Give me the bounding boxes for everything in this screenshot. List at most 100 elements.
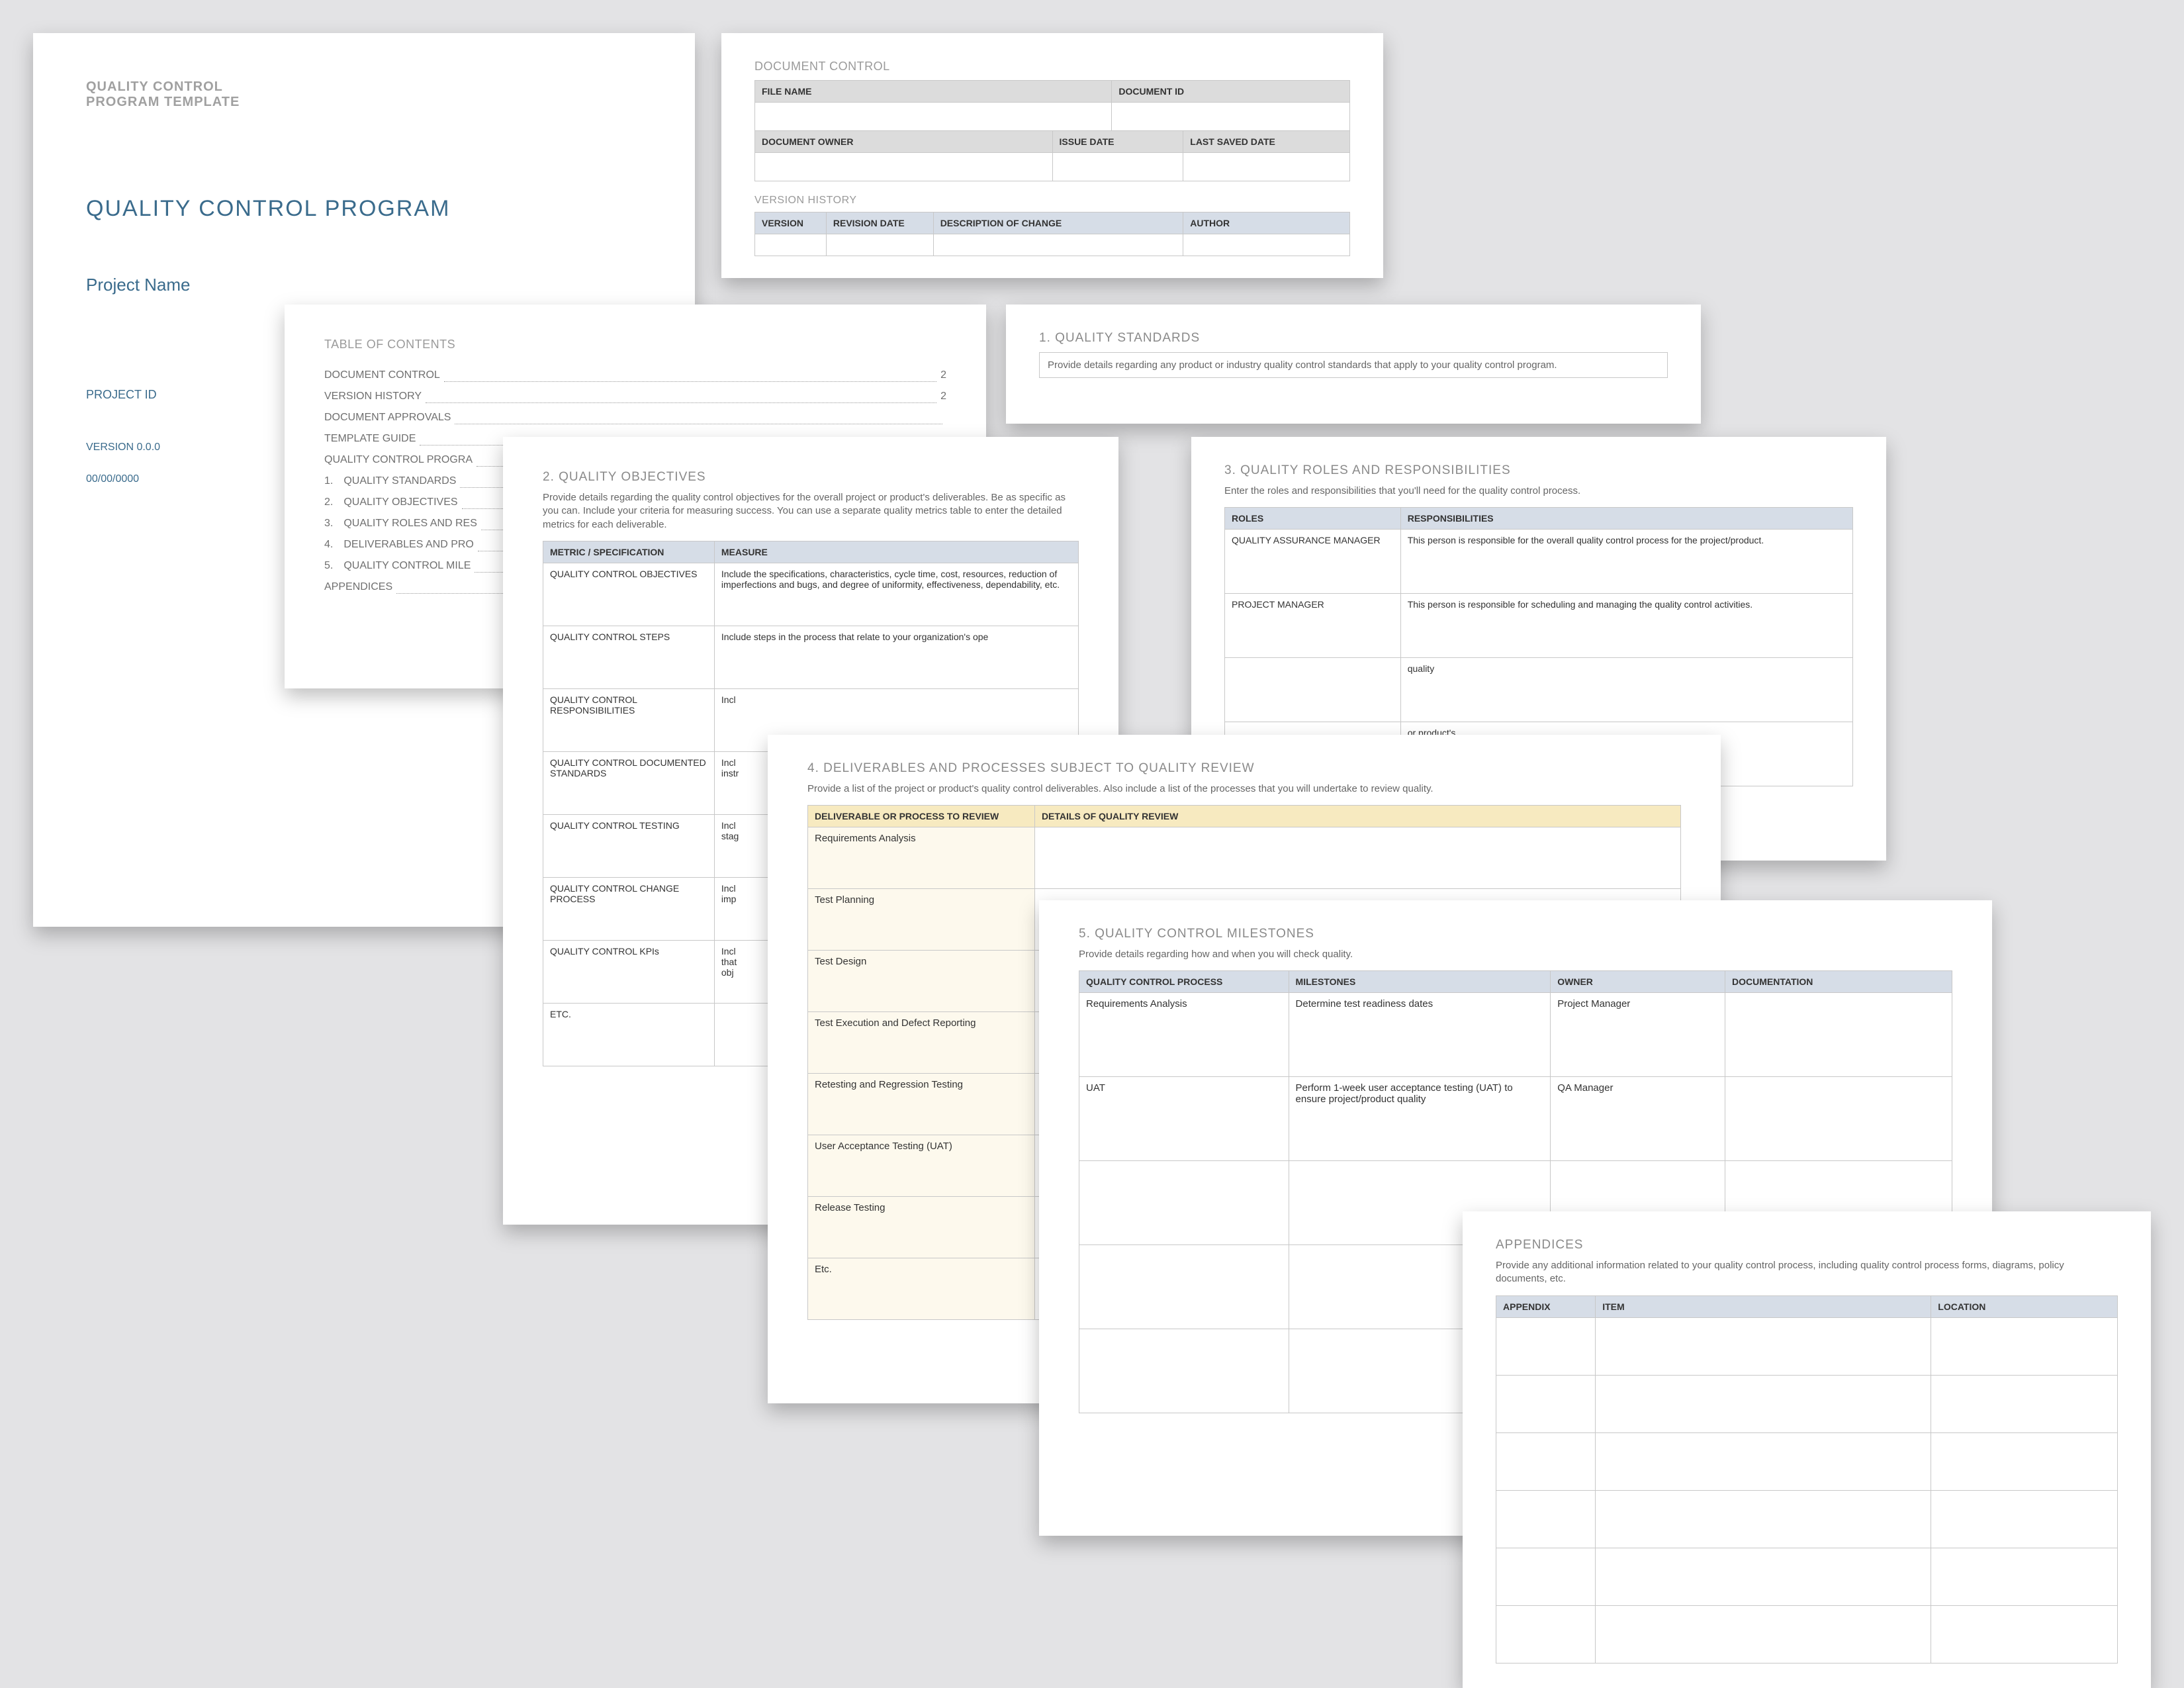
th-resp: RESPONSIBILITIES: [1400, 508, 1852, 530]
page-document-control: DOCUMENT CONTROL FILE NAME DOCUMENT ID D…: [721, 33, 1383, 278]
toc-label: APPENDICES: [324, 577, 392, 598]
cell-milestone: Determine test readiness dates: [1289, 993, 1551, 1077]
toc-label: 1. QUALITY STANDARDS: [324, 471, 456, 492]
cell-metric: ETC.: [543, 1003, 715, 1066]
cell-appendix: [1496, 1548, 1596, 1605]
cell-deliverable: User Acceptance Testing (UAT): [808, 1135, 1035, 1197]
toc-label: DOCUMENT APPROVALS: [324, 407, 451, 428]
table-row: PROJECT MANAGERThis person is responsibl…: [1225, 594, 1853, 658]
cell-deliverable: Test Design: [808, 951, 1035, 1012]
table-row: [1496, 1605, 2118, 1663]
deliverables-title: 4. DELIVERABLES AND PROCESSES SUBJECT TO…: [807, 761, 1681, 776]
cell-deliverable: Release Testing: [808, 1197, 1035, 1258]
standards-desc: Provide details regarding any product or…: [1039, 352, 1668, 378]
template-title-line2: PROGRAM TEMPLATE: [86, 95, 642, 110]
toc-label: 3. QUALITY ROLES AND RES: [324, 513, 477, 534]
th-roles: ROLES: [1225, 508, 1401, 530]
toc-label: 5. QUALITY CONTROL MILE: [324, 555, 471, 577]
th-file-name: FILE NAME: [755, 81, 1112, 103]
cell-deliverable: Retesting and Regression Testing: [808, 1074, 1035, 1135]
milestones-title: 5. QUALITY CONTROL MILESTONES: [1079, 927, 1952, 941]
toc-label: 4. DELIVERABLES AND PRO: [324, 534, 474, 555]
cell-measure: Include the specifications, characterist…: [714, 563, 1078, 626]
page-standards: 1. QUALITY STANDARDS Provide details reg…: [1006, 305, 1701, 424]
cell-process: Requirements Analysis: [1079, 993, 1289, 1077]
cell-appendix: [1496, 1490, 1596, 1548]
table-row: [1496, 1317, 2118, 1375]
cell-appendix: [1496, 1317, 1596, 1375]
cell-measure: Include steps in the process that relate…: [714, 626, 1078, 688]
deliverables-desc: Provide a list of the project or product…: [807, 782, 1681, 796]
cell-process: [1079, 1329, 1289, 1413]
cell-resp: This person is responsible for the overa…: [1400, 530, 1852, 594]
table-row: Requirements Analysis: [808, 827, 1681, 889]
cell-process: [1079, 1245, 1289, 1329]
th-desc-change: DESCRIPTION OF CHANGE: [933, 212, 1183, 234]
cell-appendix: [1496, 1375, 1596, 1432]
cell-item: [1596, 1605, 1931, 1663]
main-title: QUALITY CONTROL PROGRAM: [86, 196, 642, 222]
table-row: [1496, 1432, 2118, 1490]
th-version: VERSION: [755, 212, 827, 234]
th-issue-date: ISSUE DATE: [1052, 131, 1183, 153]
toc-label: DOCUMENT CONTROL: [324, 365, 440, 386]
cell-metric: QUALITY CONTROL CHANGE PROCESS: [543, 877, 715, 940]
milestones-desc: Provide details regarding how and when y…: [1079, 948, 1952, 961]
template-title-line1: QUALITY CONTROL: [86, 79, 642, 95]
toc-page: 2: [940, 365, 946, 386]
table-row: quality: [1225, 658, 1853, 722]
th-metric: METRIC / SPECIFICATION: [543, 541, 715, 563]
toc-label: QUALITY CONTROL PROGRA: [324, 449, 473, 471]
cell-resp: quality: [1400, 658, 1852, 722]
th-document-id: DOCUMENT ID: [1112, 81, 1350, 103]
table-row: QUALITY ASSURANCE MANAGERThis person is …: [1225, 530, 1853, 594]
th-details: DETAILS OF QUALITY REVIEW: [1034, 806, 1680, 827]
th-process: QUALITY CONTROL PROCESS: [1079, 971, 1289, 993]
cell-process: [1079, 1161, 1289, 1245]
table-row: [1496, 1375, 2118, 1432]
cell-resp: This person is responsible for schedulin…: [1400, 594, 1852, 658]
standards-title: 1. QUALITY STANDARDS: [1039, 331, 1668, 346]
cell-metric: QUALITY CONTROL RESPONSIBILITIES: [543, 688, 715, 751]
cell-location: [1931, 1548, 2118, 1605]
cell-appendix: [1496, 1432, 1596, 1490]
cell-details: [1034, 827, 1680, 889]
th-deliverable: DELIVERABLE OR PROCESS TO REVIEW: [808, 806, 1035, 827]
cell-metric: QUALITY CONTROL KPIs: [543, 940, 715, 1003]
table-row: [1496, 1490, 2118, 1548]
cell-item: [1596, 1490, 1931, 1548]
cell-deliverable: Test Execution and Defect Reporting: [808, 1012, 1035, 1074]
cell-item: [1596, 1375, 1931, 1432]
toc-label: TEMPLATE GUIDE: [324, 428, 416, 449]
toc-title: TABLE OF CONTENTS: [324, 338, 946, 352]
table-row: [1496, 1548, 2118, 1605]
toc-label: VERSION HISTORY: [324, 386, 422, 407]
cell-location: [1931, 1375, 2118, 1432]
table-row: UATPerform 1-week user acceptance testin…: [1079, 1077, 1952, 1161]
doc-control-title: DOCUMENT CONTROL: [754, 60, 1350, 73]
cell-owner: QA Manager: [1551, 1077, 1725, 1161]
appendices-title: APPENDICES: [1496, 1238, 2118, 1252]
doc-owner-table: DOCUMENT OWNER ISSUE DATE LAST SAVED DAT…: [754, 130, 1350, 181]
toc-page: 2: [940, 386, 946, 407]
cell-deliverable: Etc.: [808, 1258, 1035, 1320]
th-owner: OWNER: [1551, 971, 1725, 993]
cell-role: PROJECT MANAGER: [1225, 594, 1401, 658]
cell-process: UAT: [1079, 1077, 1289, 1161]
objectives-title: 2. QUALITY OBJECTIVES: [543, 470, 1079, 485]
toc-row: VERSION HISTORY 2: [324, 386, 946, 407]
th-measure: MEASURE: [714, 541, 1078, 563]
roles-desc: Enter the roles and responsibilities tha…: [1224, 485, 1853, 498]
th-item: ITEM: [1596, 1295, 1931, 1317]
cell-location: [1931, 1432, 2118, 1490]
toc-row: DOCUMENT APPROVALS: [324, 407, 946, 428]
cell-doc: [1725, 1077, 1952, 1161]
table-row: Requirements AnalysisDetermine test read…: [1079, 993, 1952, 1077]
cell-metric: QUALITY CONTROL OBJECTIVES: [543, 563, 715, 626]
th-doc-owner: DOCUMENT OWNER: [755, 131, 1053, 153]
page-appendices: APPENDICES Provide any additional inform…: [1463, 1211, 2151, 1688]
appendices-desc: Provide any additional information relat…: [1496, 1259, 2118, 1286]
cell-deliverable: Requirements Analysis: [808, 827, 1035, 889]
cell-metric: QUALITY CONTROL TESTING: [543, 814, 715, 877]
cell-appendix: [1496, 1605, 1596, 1663]
